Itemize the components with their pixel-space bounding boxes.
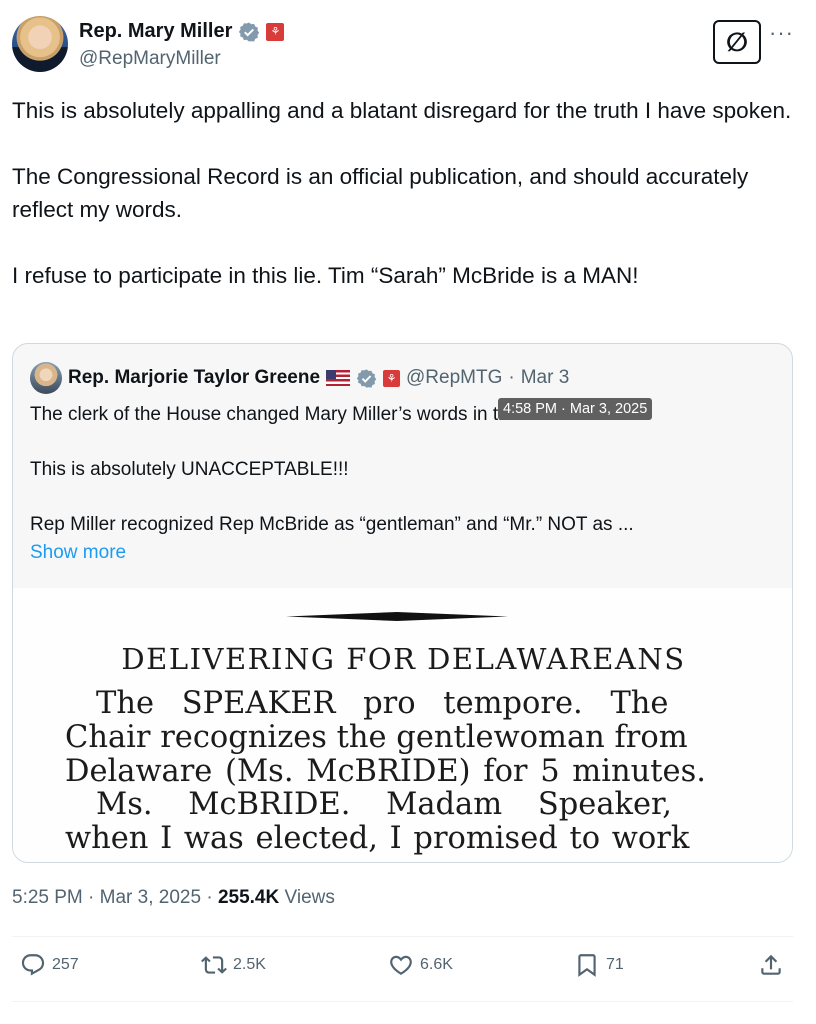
share-button[interactable] bbox=[758, 952, 784, 978]
tweet-header: Rep. Mary Miller ⚘ @RepMaryMiller ∅ ··· bbox=[12, 14, 804, 74]
show-more-link[interactable]: Show more bbox=[30, 539, 770, 567]
tweet-paragraph: I refuse to participate in this lie. Tim… bbox=[12, 263, 639, 288]
quoted-media-image[interactable]: DELIVERING FOR DELAWAREANS The SPEAKER p… bbox=[13, 588, 792, 862]
tweet-date[interactable]: Mar 3, 2025 bbox=[100, 887, 201, 908]
repost-button[interactable]: 2.5K bbox=[201, 952, 266, 978]
media-text-line: The SPEAKER pro tempore. The bbox=[96, 686, 669, 721]
tweet-paragraph: This is absolutely appalling and a blata… bbox=[12, 98, 792, 123]
bookmark-button[interactable]: 71 bbox=[574, 952, 624, 978]
like-count: 6.6K bbox=[420, 956, 453, 973]
author-display-name[interactable]: Rep. Mary Miller bbox=[79, 20, 232, 43]
reply-icon bbox=[21, 954, 45, 976]
decorative-rule bbox=[286, 612, 508, 621]
author-handle[interactable]: @RepMaryMiller bbox=[79, 48, 221, 70]
bookmark-count: 71 bbox=[606, 956, 624, 973]
media-heading: DELIVERING FOR DELAWAREANS bbox=[121, 642, 686, 676]
media-text-line: when I was elected, I promised to work bbox=[65, 821, 690, 856]
author-avatar[interactable] bbox=[12, 16, 68, 72]
author-name-row: Rep. Mary Miller ⚘ bbox=[79, 20, 285, 43]
us-flag-icon bbox=[326, 370, 351, 386]
media-text-line: Ms. McBRIDE. Madam Speaker, bbox=[96, 787, 672, 822]
tweet-meta: 5:25 PM · Mar 3, 2025 · 255.4K Views bbox=[12, 887, 335, 909]
congress-affiliation-icon: ⚘ bbox=[383, 369, 401, 387]
timestamp-tooltip: 4:58 PM · Mar 3, 2025 bbox=[498, 398, 653, 420]
more-options-icon[interactable]: ··· bbox=[769, 20, 794, 46]
views-count: 255.4K bbox=[217, 887, 280, 908]
quoted-tweet-body: The clerk of the House changed Mary Mill… bbox=[30, 401, 770, 567]
tweet-text: This is absolutely appalling and a blata… bbox=[12, 94, 792, 292]
quoted-paragraph: This is absolutely UNACCEPTABLE!!! bbox=[30, 459, 349, 480]
like-icon bbox=[390, 955, 412, 975]
quoted-tweet-date: Mar 3 bbox=[520, 367, 570, 388]
quoted-paragraph: Rep Miller recognized Rep McBride as “ge… bbox=[30, 514, 634, 535]
divider bbox=[12, 1001, 793, 1002]
quoted-tweet-header: Rep. Marjorie Taylor Greene ⚘ @RepMTG · … bbox=[30, 362, 569, 394]
separator: · bbox=[508, 367, 515, 388]
views-label: Views bbox=[284, 887, 335, 908]
separator: · bbox=[206, 887, 213, 908]
quoted-paragraph: The clerk of the House changed Mary Mill… bbox=[30, 404, 584, 425]
verified-badge-icon bbox=[356, 368, 377, 388]
media-text-line: Chair recognizes the gentlewoman from bbox=[65, 720, 688, 755]
grok-button[interactable]: ∅ bbox=[713, 20, 761, 64]
media-text-line: Delaware (Ms. McBRIDE) for 5 minutes. bbox=[65, 754, 706, 789]
quoted-author-handle: @RepMTG bbox=[406, 367, 503, 388]
repost-icon bbox=[201, 956, 227, 974]
reply-button[interactable]: 257 bbox=[20, 952, 79, 978]
share-icon bbox=[761, 954, 781, 975]
quoted-author-name: Rep. Marjorie Taylor Greene bbox=[68, 367, 321, 388]
quoted-tweet[interactable]: Rep. Marjorie Taylor Greene ⚘ @RepMTG · … bbox=[12, 343, 793, 863]
verified-badge-icon[interactable] bbox=[238, 21, 260, 43]
quoted-author-avatar bbox=[30, 362, 62, 394]
repost-count: 2.5K bbox=[233, 956, 266, 973]
separator: · bbox=[88, 887, 95, 908]
tweet-time[interactable]: 5:25 PM bbox=[12, 887, 83, 908]
congress-affiliation-icon[interactable]: ⚘ bbox=[266, 22, 285, 41]
bookmark-icon bbox=[578, 954, 596, 977]
tweet-paragraph: The Congressional Record is an official … bbox=[12, 164, 749, 222]
action-bar: 257 2.5K 6.6K 71 bbox=[12, 952, 793, 988]
divider bbox=[12, 936, 793, 937]
like-button[interactable]: 6.6K bbox=[388, 952, 453, 978]
reply-count: 257 bbox=[52, 956, 79, 973]
